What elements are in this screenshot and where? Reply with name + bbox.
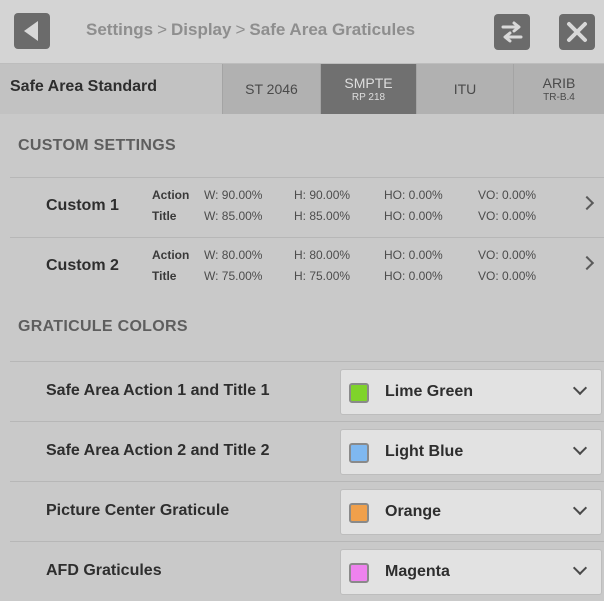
color-row-label: AFD Graticules	[46, 562, 162, 579]
color-dropdown[interactable]: Light Blue	[340, 429, 602, 475]
chevron-right-icon	[579, 195, 595, 211]
chevron-down-icon	[572, 560, 588, 576]
custom-name: Custom 1	[46, 197, 119, 214]
color-dropdown[interactable]: Magenta	[340, 549, 602, 595]
color-row-label: Safe Area Action 1 and Title 1	[46, 382, 270, 399]
title-bar: Settings > Display > Safe Area Graticules	[0, 0, 604, 64]
safe-area-standard-row: Safe Area Standard ST 2046 SMPTE RP 218 …	[0, 64, 604, 114]
breadcrumb-settings[interactable]: Settings	[86, 20, 153, 39]
close-icon	[567, 22, 587, 42]
standard-option-smpte[interactable]: SMPTE RP 218	[320, 64, 416, 114]
safe-area-standard-label: Safe Area Standard	[10, 78, 158, 95]
breadcrumb: Settings > Display > Safe Area Graticules	[86, 20, 415, 40]
color-value: Lime Green	[385, 383, 474, 400]
custom-settings-header: CUSTOM SETTINGS	[18, 137, 176, 154]
color-value: Orange	[385, 503, 442, 520]
custom-name: Custom 2	[46, 257, 119, 274]
color-value: Light Blue	[385, 443, 464, 460]
standard-option-sublabel: TR-B.4	[543, 92, 575, 103]
color-row-safe-area-1: Safe Area Action 1 and Title 1 Lime Gree…	[10, 361, 604, 421]
breadcrumb-current: Safe Area Graticules	[249, 20, 416, 39]
close-button[interactable]	[559, 14, 595, 50]
standard-option-label: SMPTE	[344, 75, 393, 91]
color-swatch	[349, 563, 369, 583]
custom-row-1[interactable]: Custom 1 Action W: 90.00% H: 90.00% HO: 0.0…	[10, 177, 604, 237]
graticule-colors-header: GRATICULE COLORS	[18, 318, 188, 335]
standard-option-label: ST 2046	[245, 81, 298, 97]
breadcrumb-separator: >	[235, 20, 246, 39]
standard-option-label: ARIB	[542, 75, 576, 91]
chevron-down-icon	[572, 380, 588, 396]
breadcrumb-separator: >	[157, 20, 167, 39]
custom-title-line: Title W: 85.00% H: 85.00% HO: 0.00% VO: 0.00…	[152, 209, 537, 223]
chevron-right-icon	[579, 255, 595, 271]
color-row-safe-area-2: Safe Area Action 2 and Title 2 Light Blu…	[10, 421, 604, 481]
breadcrumb-display[interactable]: Display	[171, 20, 231, 39]
standard-option-sublabel: RP 218	[351, 92, 386, 103]
back-button[interactable]	[14, 13, 50, 49]
color-row-picture-center: Picture Center Graticule Orange	[10, 481, 604, 541]
chevron-down-icon	[572, 440, 588, 456]
standard-option-st2046[interactable]: ST 2046	[222, 64, 320, 114]
swap-arrows-icon	[501, 21, 523, 43]
color-row-label: Picture Center Graticule	[46, 502, 230, 519]
custom-action-line: Action W: 90.00% H: 90.00% HO: 0.00% VO: 0.0…	[152, 188, 537, 202]
color-swatch	[349, 443, 369, 463]
swap-button[interactable]	[494, 14, 530, 50]
custom-row-2[interactable]: Custom 2 Action W: 80.00% H: 80.00% HO: 0.0…	[10, 237, 604, 297]
color-swatch	[349, 503, 369, 523]
color-row-label: Safe Area Action 2 and Title 2	[46, 442, 270, 459]
color-swatch	[349, 383, 369, 403]
color-dropdown[interactable]: Lime Green	[340, 369, 602, 415]
standard-option-arib[interactable]: ARIB TR-B.4	[513, 64, 604, 114]
custom-title-line: Title W: 75.00% H: 75.00% HO: 0.00% VO: 0.00…	[152, 269, 537, 283]
color-dropdown[interactable]: Orange	[340, 489, 602, 535]
standard-option-label: ITU	[453, 81, 477, 97]
custom-action-line: Action W: 80.00% H: 80.00% HO: 0.00% VO: 0.0…	[152, 248, 537, 262]
color-value: Magenta	[385, 563, 450, 580]
chevron-down-icon	[572, 500, 588, 516]
color-row-afd: AFD Graticules Magenta	[10, 541, 604, 601]
standard-option-itu[interactable]: ITU	[416, 64, 513, 114]
